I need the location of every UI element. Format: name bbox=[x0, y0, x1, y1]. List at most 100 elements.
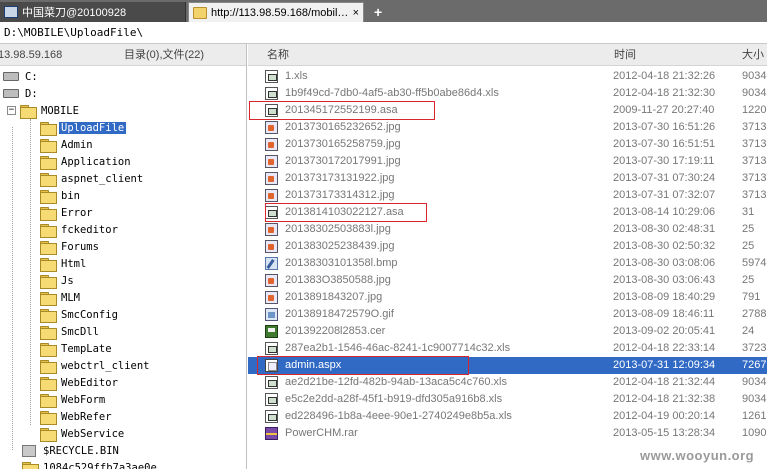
tree-folder[interactable]: aspnet_client bbox=[40, 170, 145, 187]
file-list-header: 名称 时间 大小 bbox=[248, 44, 767, 66]
close-icon[interactable]: × bbox=[349, 7, 359, 19]
file-name: 287ea2b1-1546-46ac-8241-1c9007714c32.xls bbox=[285, 342, 511, 354]
file-name: 20138918472579O.gif bbox=[285, 308, 394, 320]
path-input[interactable]: D:\MOBILE\UploadFile\ bbox=[0, 22, 767, 44]
column-time-header[interactable]: 时间 bbox=[614, 44, 636, 66]
file-row[interactable]: 201383025238439.jpg 2013-08-30 02:50:32 25 bbox=[248, 238, 767, 255]
tree-folder[interactable]: WebEditor bbox=[40, 374, 120, 391]
tree-node-label: WebRefer bbox=[61, 410, 112, 423]
tab-active-url[interactable]: http://113.98.59.168/mobile/... × bbox=[188, 2, 364, 22]
tree-folder[interactable]: MLM bbox=[40, 289, 82, 306]
file-row[interactable]: 201383O3850588.jpg 2013-08-30 03:06:43 25 bbox=[248, 272, 767, 289]
tree-node-label: webctrl_client bbox=[61, 359, 150, 372]
file-row[interactable]: 20138918472579O.gif 2013-08-09 18:46:11 27… bbox=[248, 306, 767, 323]
file-size: 1090 bbox=[742, 427, 767, 439]
file-row[interactable]: 2013730165258759.jpg 2013-07-30 16:51:51 3… bbox=[248, 136, 767, 153]
tree-folder[interactable]: bin bbox=[40, 187, 82, 204]
file-row[interactable]: 20138303101358l.bmp 2013-08-30 03:08:06 59… bbox=[248, 255, 767, 272]
file-time: 2013-08-30 03:08:06 bbox=[613, 257, 716, 269]
tree-folder[interactable]: fckeditor bbox=[40, 221, 120, 238]
jpg-file-icon bbox=[265, 121, 278, 134]
highlight-box bbox=[257, 356, 469, 375]
file-size: 25 bbox=[742, 274, 755, 286]
tree-folder[interactable]: WebForm bbox=[40, 391, 107, 408]
tab-chopper-title[interactable]: 中国菜刀@20100928 bbox=[0, 2, 186, 22]
file-time: 2013-08-30 02:48:31 bbox=[613, 223, 716, 235]
tree-folder[interactable]: $RECYCLE.BIN bbox=[22, 442, 121, 459]
file-time: 2013-08-30 02:50:32 bbox=[613, 240, 716, 252]
file-name: 20138302503883l.jpg bbox=[285, 223, 391, 235]
rar-file-icon bbox=[265, 427, 278, 440]
tree-node-label: TempLate bbox=[61, 342, 112, 355]
file-time: 2013-09-02 20:05:41 bbox=[613, 325, 716, 337]
folder-icon bbox=[20, 104, 37, 119]
tree-folder[interactable]: Admin bbox=[40, 136, 95, 153]
file-size: 791 bbox=[742, 291, 761, 303]
file-name: PowerCHM.rar bbox=[285, 427, 358, 439]
highlight-box bbox=[265, 203, 427, 222]
file-time: 2012-04-18 21:32:26 bbox=[613, 70, 716, 82]
xls-file-icon bbox=[265, 342, 278, 355]
tree-drive[interactable]: D: bbox=[3, 85, 40, 102]
tree-node-label: Forums bbox=[61, 240, 99, 253]
file-time: 2013-07-30 16:51:51 bbox=[613, 138, 716, 150]
tree-folder[interactable]: Error bbox=[40, 204, 95, 221]
file-name: 1b9f49cd-7db0-4af5-ab30-ff5b0abe86d4.xls bbox=[285, 87, 499, 99]
tree-folder[interactable]: WebRefer bbox=[40, 408, 114, 425]
tree-folder[interactable]: SmcConfig bbox=[40, 306, 120, 323]
tree-node-label: aspnet_client bbox=[61, 172, 144, 185]
tree-folder[interactable]: TempLate bbox=[40, 340, 114, 357]
tree-folder[interactable]: WebService bbox=[40, 425, 126, 442]
file-row[interactable]: 201392208l2853.cer 2013-09-02 20:05:41 24 bbox=[248, 323, 767, 340]
jpg-file-icon bbox=[265, 155, 278, 168]
file-size: 2788 bbox=[742, 308, 767, 320]
tree-folder[interactable]: Js bbox=[40, 272, 76, 289]
folder-icon bbox=[40, 359, 57, 374]
tree-folder[interactable]: 1084c529ffb7a3ae0e bbox=[22, 459, 159, 469]
tree-folder[interactable]: Forums bbox=[40, 238, 101, 255]
file-row[interactable]: 2013730172017991.jpg 2013-07-30 17:19:11 3… bbox=[248, 153, 767, 170]
file-time: 2013-05-15 13:28:34 bbox=[613, 427, 716, 439]
file-row[interactable]: 20138302503883l.jpg 2013-08-30 02:48:31 25 bbox=[248, 221, 767, 238]
file-row[interactable]: e5c2e2dd-a28f-45f1-b919-dfd305a916b8.xls… bbox=[248, 391, 767, 408]
new-tab-button[interactable]: + bbox=[374, 2, 382, 22]
tree-folder[interactable]: SmcDll bbox=[40, 323, 101, 340]
file-name: 201383O3850588.jpg bbox=[285, 274, 391, 286]
file-row[interactable]: PowerCHM.rar 2013-05-15 13:28:34 1090 bbox=[248, 425, 767, 442]
file-time: 2013-07-31 07:32:07 bbox=[613, 189, 716, 201]
file-row[interactable]: 287ea2b1-1546-46ac-8241-1c9007714c32.xls… bbox=[248, 340, 767, 357]
file-row[interactable]: 2013891843207.jpg 2013-08-09 18:40:29 791 bbox=[248, 289, 767, 306]
file-size: 3723 bbox=[742, 342, 767, 354]
tree-node-label: WebForm bbox=[61, 393, 106, 406]
file-row[interactable]: 1b9f49cd-7db0-4af5-ab30-ff5b0abe86d4.xls… bbox=[248, 85, 767, 102]
file-row[interactable]: 201373173314312.jpg 2013-07-31 07:32:07 37… bbox=[248, 187, 767, 204]
tree-node-label: C: bbox=[25, 70, 38, 83]
file-size: 3713 bbox=[742, 172, 767, 184]
tree-folder[interactable]: UploadFile bbox=[40, 119, 128, 136]
tree-folder[interactable]: − MOBILE bbox=[7, 102, 81, 119]
file-name: 201373173314312.jpg bbox=[285, 189, 395, 201]
tree-node-label: MOBILE bbox=[41, 104, 79, 117]
tree-folder[interactable]: Html bbox=[40, 255, 88, 272]
file-row[interactable]: 1.xls 2012-04-18 21:32:26 9034 bbox=[248, 68, 767, 85]
file-row[interactable]: 201373173131922.jpg 2013-07-31 07:30:24 37… bbox=[248, 170, 767, 187]
file-row[interactable]: ae2d21be-12fd-482b-94ab-13aca5c4c760.xls… bbox=[248, 374, 767, 391]
file-row[interactable]: 2013730165232652.jpg 2013-07-30 16:51:26 3… bbox=[248, 119, 767, 136]
file-row[interactable]: ed228496-1b8a-4eee-90e1-2740249e8b5a.xls… bbox=[248, 408, 767, 425]
column-name-header[interactable]: 名称 bbox=[267, 44, 289, 66]
file-time: 2013-07-30 17:19:11 bbox=[613, 155, 715, 167]
file-name: 2013730172017991.jpg bbox=[285, 155, 401, 167]
folder-icon bbox=[40, 138, 57, 153]
file-size: 9034 bbox=[742, 87, 767, 99]
file-time: 2013-08-09 18:40:29 bbox=[613, 291, 716, 303]
folder-icon bbox=[40, 291, 57, 306]
tree-folder[interactable]: webctrl_client bbox=[40, 357, 152, 374]
jpg-file-icon bbox=[265, 274, 278, 287]
collapse-toggle[interactable]: − bbox=[7, 106, 16, 115]
file-size: 9034 bbox=[742, 376, 767, 388]
tree-drive[interactable]: C: bbox=[3, 68, 40, 85]
tree-folder[interactable]: Application bbox=[40, 153, 133, 170]
file-time: 2013-08-14 10:29:06 bbox=[613, 206, 716, 218]
file-time: 2012-04-18 21:32:38 bbox=[613, 393, 716, 405]
column-size-header[interactable]: 大小 bbox=[742, 44, 764, 66]
